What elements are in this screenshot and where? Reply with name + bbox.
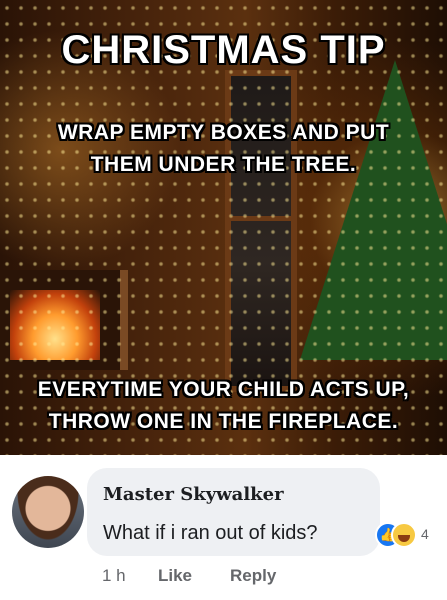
meme-title: CHRISTMAS TIP xyxy=(61,28,386,72)
meme-caption-line-1: WRAP EMPTY BOXES AND PUT xyxy=(57,121,390,144)
haha-icon xyxy=(391,522,417,548)
meme-caption-line-2: THEM UNDER THE TREE. xyxy=(90,153,357,176)
comment-text: What if i ran out of kids? xyxy=(103,522,318,544)
meme-caption-line-4: THROW ONE IN THE FIREPLACE. xyxy=(48,410,399,433)
like-button[interactable]: Like xyxy=(158,566,192,586)
avatar[interactable] xyxy=(12,476,84,548)
reaction-count: 4 xyxy=(421,526,429,542)
reply-button[interactable]: Reply xyxy=(230,566,276,586)
meme-image: CHRISTMAS TIP WRAP EMPTY BOXES AND PUT T… xyxy=(0,0,447,455)
meme-caption-line-3: EVERYTIME YOUR CHILD ACTS UP, xyxy=(37,378,410,401)
comment-author[interactable]: Master Skywalker xyxy=(103,484,284,505)
comment-timestamp[interactable]: 1 h xyxy=(102,566,126,586)
